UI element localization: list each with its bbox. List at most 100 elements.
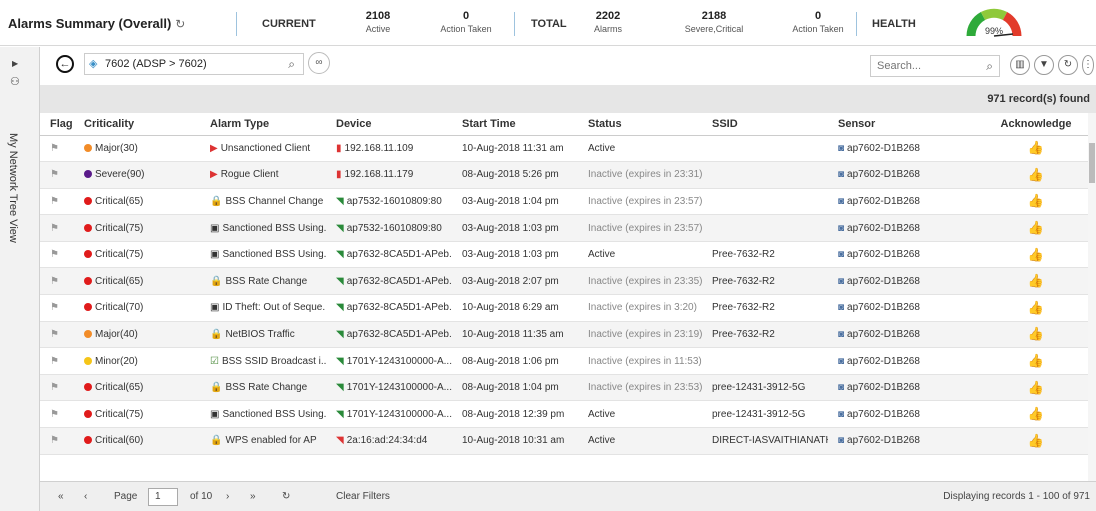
flag-icon[interactable]: ⚑ xyxy=(50,196,59,207)
flag-icon[interactable]: ⚑ xyxy=(50,169,59,180)
sensor-cell[interactable]: ◙ ap7602-D1B268 xyxy=(828,400,954,429)
thumbs-up-icon[interactable]: 👍 xyxy=(1028,353,1044,369)
alarm-type-cell[interactable]: ▶ Unsanctioned Client xyxy=(200,135,326,163)
acknowledge-cell[interactable]: 👍 xyxy=(954,294,1096,322)
refresh-icon[interactable]: ↻ xyxy=(282,491,290,502)
chart-icon[interactable]: ▥ xyxy=(1010,55,1030,75)
acknowledge-cell[interactable]: 👍 xyxy=(954,188,1096,216)
page-number-input[interactable]: 1 xyxy=(148,488,178,506)
column-header[interactable]: Status xyxy=(578,113,702,136)
acknowledge-cell[interactable]: 👍 xyxy=(954,374,1096,402)
flag-icon[interactable]: ⚑ xyxy=(50,409,59,420)
table-row[interactable]: ⚑ Critical(75) ▣ Sanctioned BSS Using... ◥ ap… xyxy=(40,214,1096,242)
flag-cell[interactable]: ⚑ xyxy=(40,374,74,402)
table-row[interactable]: ⚑ Severe(90) ▶ Rogue Client ▮ 192.168.11.179 0… xyxy=(40,161,1096,189)
search-icon[interactable]: ⌕ xyxy=(288,57,295,72)
flag-icon[interactable]: ⚑ xyxy=(50,382,59,393)
device-cell[interactable]: ◥ 1701Y-1243100000-A... xyxy=(326,400,452,429)
network-tree-rail[interactable]: ▶ ⚇ My Network Tree View xyxy=(0,47,40,511)
column-header[interactable]: Criticality xyxy=(74,113,200,136)
thumbs-up-icon[interactable]: 👍 xyxy=(1028,167,1044,183)
alarm-type-cell[interactable]: 🔒 WPS enabled for AP xyxy=(200,427,326,455)
acknowledge-cell[interactable]: 👍 xyxy=(954,267,1096,296)
sensor-cell[interactable]: ◙ ap7602-D1B268 xyxy=(828,241,954,269)
alarm-type-cell[interactable]: ▣ ID Theft: Out of Seque... xyxy=(200,294,326,322)
alarm-type-cell[interactable]: 🔒 NetBIOS Traffic xyxy=(200,321,326,349)
thumbs-up-icon[interactable]: 👍 xyxy=(1028,220,1044,236)
search-icon[interactable]: ⌕ xyxy=(986,59,993,74)
acknowledge-cell[interactable]: 👍 xyxy=(954,214,1096,242)
back-arrow-icon[interactable]: ← xyxy=(56,55,74,73)
prev-page-icon[interactable]: ‹ xyxy=(84,491,87,502)
table-row[interactable]: ⚑ Major(40) 🔒 NetBIOS Traffic ◥ ap7632-8CA5D1… xyxy=(40,321,1096,349)
acknowledge-cell[interactable]: 👍 xyxy=(954,400,1096,429)
flag-icon[interactable]: ⚑ xyxy=(50,302,59,313)
flag-cell[interactable]: ⚑ xyxy=(40,400,74,429)
flag-cell[interactable]: ⚑ xyxy=(40,321,74,349)
table-row[interactable]: ⚑ Critical(75) ▣ Sanctioned BSS Using... ◥ 17… xyxy=(40,400,1096,429)
column-header[interactable]: Device xyxy=(326,113,452,136)
vertical-scrollbar[interactable] xyxy=(1088,113,1096,481)
device-cell[interactable]: ◥ ap7532-16010809:80 xyxy=(326,214,452,242)
refresh-icon[interactable]: ↻ xyxy=(1058,55,1078,75)
column-header[interactable]: Flag xyxy=(40,113,74,136)
network-tree-label[interactable]: My Network Tree View xyxy=(7,133,19,243)
sensor-cell[interactable]: ◙ ap7602-D1B268 xyxy=(828,321,954,349)
column-header[interactable]: Alarm Type xyxy=(200,113,326,136)
acknowledge-cell[interactable]: 👍 xyxy=(954,321,1096,349)
thumbs-up-icon[interactable]: 👍 xyxy=(1028,140,1044,156)
acknowledge-cell[interactable]: 👍 xyxy=(954,347,1096,375)
flag-cell[interactable]: ⚑ xyxy=(40,427,74,455)
device-cell[interactable]: ◥ 1701Y-1243100000-A... xyxy=(326,347,452,375)
flag-icon[interactable]: ⚑ xyxy=(50,435,59,446)
thumbs-up-icon[interactable]: 👍 xyxy=(1028,433,1044,449)
refresh-icon[interactable]: ↻ xyxy=(175,17,185,31)
column-header[interactable]: Acknowledge xyxy=(954,113,1096,136)
device-cell[interactable]: ◥ 2a:16:ad:24:34:d4 xyxy=(326,427,452,455)
next-page-icon[interactable]: › xyxy=(226,491,229,502)
thumbs-up-icon[interactable]: 👍 xyxy=(1028,406,1044,422)
alarm-type-cell[interactable]: ☑ BSS SSID Broadcast i... xyxy=(200,347,326,375)
flag-cell[interactable]: ⚑ xyxy=(40,214,74,242)
flag-cell[interactable]: ⚑ xyxy=(40,135,74,163)
table-row[interactable]: ⚑ Major(30) ▶ Unsanctioned Client ▮ 192.168.1… xyxy=(40,135,1096,163)
thumbs-up-icon[interactable]: 👍 xyxy=(1028,193,1044,209)
flag-icon[interactable]: ⚑ xyxy=(50,329,59,340)
alarm-type-cell[interactable]: 🔒 BSS Channel Change ... xyxy=(200,188,326,216)
flag-icon[interactable]: ⚑ xyxy=(50,249,59,260)
device-cell[interactable]: ◥ ap7632-8CA5D1-APeb... xyxy=(326,267,452,296)
column-header[interactable]: Start Time xyxy=(452,113,578,136)
table-row[interactable]: ⚑ Critical(65) 🔒 BSS Rate Change ◥ ap7632-8CA… xyxy=(40,267,1096,296)
sensor-cell[interactable]: ◙ ap7602-D1B268 xyxy=(828,188,954,216)
alarm-type-cell[interactable]: ▣ Sanctioned BSS Using... xyxy=(200,400,326,429)
sensor-cell[interactable]: ◙ ap7602-D1B268 xyxy=(828,294,954,322)
thumbs-up-icon[interactable]: 👍 xyxy=(1028,326,1044,342)
scrollbar-thumb[interactable] xyxy=(1089,143,1095,183)
search-field[interactable]: ⌕ xyxy=(870,55,1000,77)
flag-icon[interactable]: ⚑ xyxy=(50,356,59,367)
device-cell[interactable]: ◥ 1701Y-1243100000-A... xyxy=(326,374,452,402)
flag-cell[interactable]: ⚑ xyxy=(40,161,74,189)
alarm-type-cell[interactable]: ▣ Sanctioned BSS Using... xyxy=(200,214,326,242)
thumbs-up-icon[interactable]: 👍 xyxy=(1028,247,1044,263)
acknowledge-cell[interactable]: 👍 xyxy=(954,135,1096,163)
sensor-cell[interactable]: ◙ ap7602-D1B268 xyxy=(828,347,954,375)
first-page-icon[interactable]: « xyxy=(58,491,64,502)
thumbs-up-icon[interactable]: 👍 xyxy=(1028,380,1044,396)
link-icon[interactable]: ∞ xyxy=(308,52,330,74)
sensor-cell[interactable]: ◙ ap7602-D1B268 xyxy=(828,267,954,296)
table-row[interactable]: ⚑ Critical(65) 🔒 BSS Channel Change ... ◥ ap7… xyxy=(40,188,1096,216)
location-selector[interactable]: ◈ 7602 (ADSP > 7602) ⌕ xyxy=(84,53,304,75)
alarm-type-cell[interactable]: ▶ Rogue Client xyxy=(200,161,326,189)
acknowledge-cell[interactable]: 👍 xyxy=(954,241,1096,269)
flag-cell[interactable]: ⚑ xyxy=(40,241,74,269)
device-cell[interactable]: ▮ 192.168.11.109 xyxy=(326,135,452,163)
table-row[interactable]: ⚑ Critical(75) ▣ Sanctioned BSS Using... ◥ ap… xyxy=(40,241,1096,269)
flag-cell[interactable]: ⚑ xyxy=(40,267,74,296)
flag-icon[interactable]: ⚑ xyxy=(50,276,59,287)
sensor-cell[interactable]: ◙ ap7602-D1B268 xyxy=(828,374,954,402)
flag-icon[interactable]: ⚑ xyxy=(50,143,59,154)
flag-cell[interactable]: ⚑ xyxy=(40,188,74,216)
acknowledge-cell[interactable]: 👍 xyxy=(954,161,1096,189)
table-row[interactable]: ⚑ Minor(20) ☑ BSS SSID Broadcast i... ◥ 1701Y… xyxy=(40,347,1096,375)
